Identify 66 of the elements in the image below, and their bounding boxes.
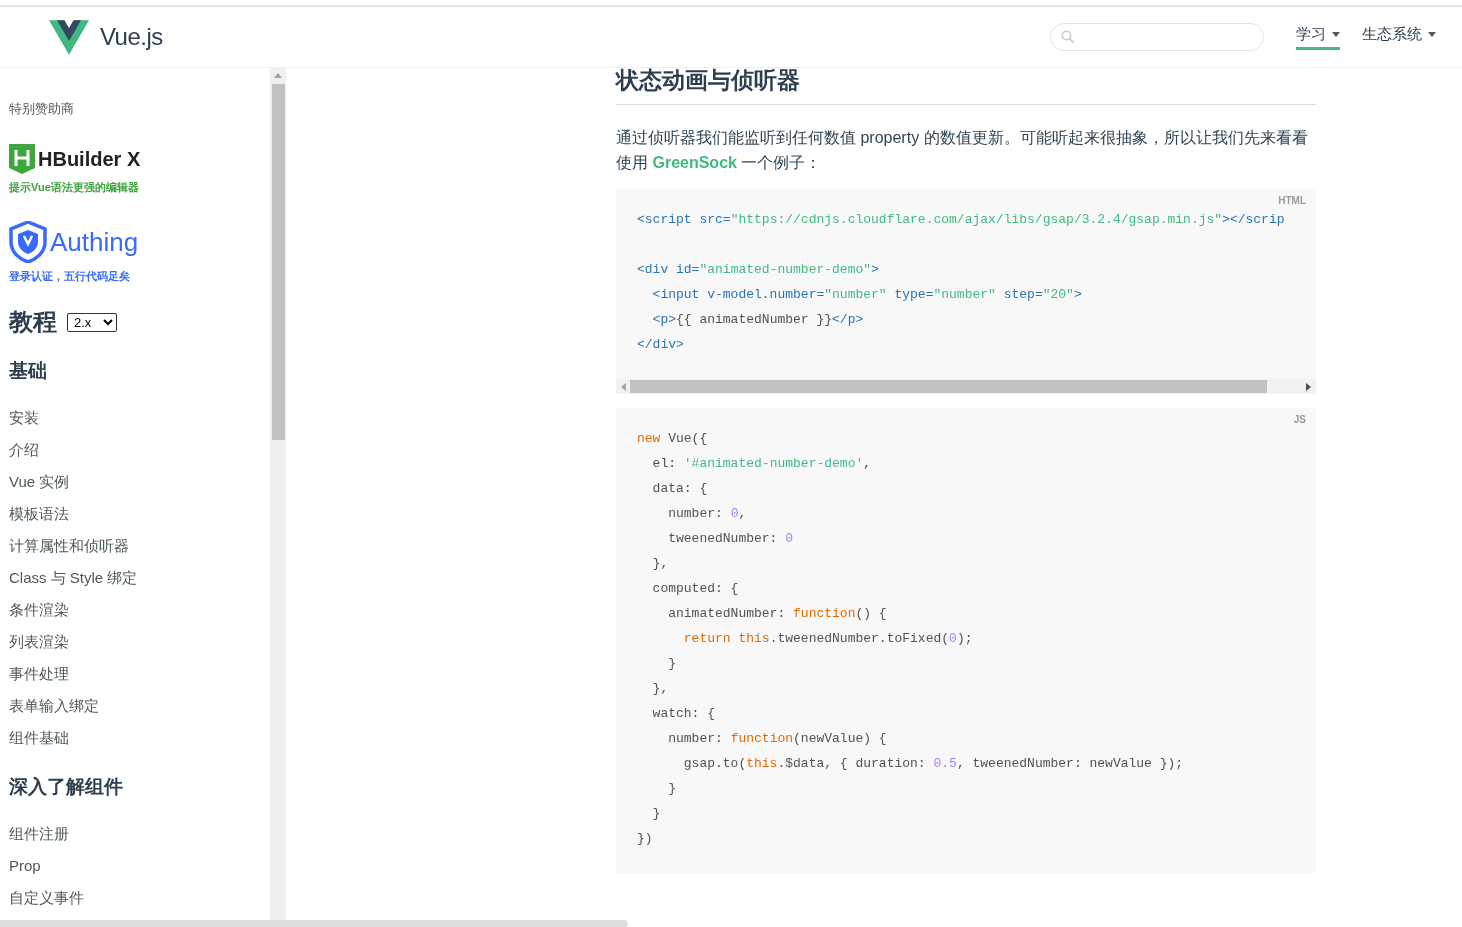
code-line: } [651, 805, 661, 823]
version-select[interactable]: 2.x [67, 312, 117, 332]
language-label: HTML [1278, 195, 1306, 206]
sidebar-link[interactable]: 列表渲染 [9, 626, 69, 658]
sidebar-link[interactable]: 介绍 [9, 434, 39, 466]
scroll-right-icon[interactable] [1306, 382, 1311, 391]
sidebar-link[interactable]: 条件渲染 [9, 594, 69, 626]
shield-icon [9, 221, 47, 263]
sponsor-heading: 特别赞助商 [9, 100, 74, 118]
code-line: return this.tweenedNumber.toFixed(0); [682, 630, 973, 648]
scroll-up-icon[interactable] [274, 73, 282, 78]
code-line: animatedNumber: function() { [667, 605, 887, 623]
sidebar-link[interactable]: 表单输入绑定 [9, 690, 99, 722]
intro-paragraph: 通过侦听器我们能监听到任何数值 property 的数值更新。可能听起来很抽象，所以让我们先来看看使用 GreenSock 一个例子： [616, 128, 1309, 173]
code-line: } [667, 655, 676, 673]
code-line: number: function(newValue) { [667, 730, 887, 748]
caret-icon [1332, 31, 1340, 37]
sidebar-link[interactable]: 计算属性和侦听器 [9, 530, 129, 562]
code-line: } [667, 780, 676, 798]
code-line: el: '#animated-number-demo', [651, 455, 872, 473]
scrollbar-thumb[interactable] [630, 380, 1267, 393]
code-line: tweenedNumber: 0 [667, 530, 794, 548]
code-line: }, [651, 555, 669, 573]
code-line: data: { [651, 480, 708, 498]
code-line: }, [651, 680, 669, 698]
search-icon [1061, 30, 1075, 44]
code-line: gsap.to(this.$data, { duration: 0.5, tweenedNumber: newValue }); [682, 755, 1184, 773]
scrollbar-thumb[interactable] [271, 84, 285, 440]
sponsor-name[interactable]: Authing [50, 226, 139, 258]
sidebar-link[interactable]: 组件注册 [9, 818, 69, 850]
scroll-left-icon[interactable] [621, 382, 626, 391]
section-title: 教程 [9, 307, 57, 337]
code-line: watch: { [651, 705, 715, 723]
code-line: number: 0, [667, 505, 747, 523]
code-line: }) [637, 830, 653, 848]
sponsor-tagline: 提示Vue语法更强的编辑器 [9, 180, 140, 195]
code-line: computed: { [651, 580, 739, 598]
sidebar-link[interactable]: Prop [9, 850, 41, 882]
caret-icon [1428, 31, 1436, 37]
sidebar-link[interactable]: 事件处理 [9, 658, 69, 690]
nav-link[interactable]: 学习 [1296, 24, 1340, 50]
language-label: JS [1293, 414, 1306, 425]
code-line: <p>{{ animatedNumber }}</p> [651, 311, 864, 329]
sponsor-tagline: 登录认证，五行代码足矣 [9, 269, 131, 284]
page-scrollbar[interactable] [0, 920, 628, 927]
section-heading: 深入了解组件 [9, 775, 123, 799]
vue-logo-icon[interactable] [49, 19, 89, 55]
page-title: 状态动画与侦听器 [616, 68, 1316, 105]
scrollbar[interactable] [270, 68, 286, 920]
horizontal-scrollbar[interactable] [616, 379, 1316, 394]
nav-link[interactable]: 生态系统 [1362, 24, 1436, 50]
code-line: </div> [637, 336, 684, 354]
code-line: <div id="animated-number-demo"> [637, 261, 879, 279]
code-line: <script src="https://cdnjs.cloudflare.com/ajax/libs/gsap/3.2.4/gsap.min.js"></scrip [637, 211, 1285, 229]
section-heading: 基础 [9, 359, 47, 383]
sidebar-link[interactable]: Class 与 Style 绑定 [9, 562, 138, 594]
hbuilder-logo-icon [9, 144, 35, 174]
logo-text[interactable]: Vue.js [100, 23, 163, 51]
sidebar-link[interactable]: 模板语法 [9, 498, 69, 530]
code-line: new Vue({ [637, 430, 708, 448]
sidebar-link[interactable]: Vue 实例 [9, 466, 70, 498]
sponsor-name[interactable]: HBuilder X [38, 147, 141, 171]
sidebar-link[interactable]: 自定义事件 [9, 882, 84, 914]
sidebar-link[interactable]: 组件基础 [9, 722, 69, 754]
sidebar-link[interactable]: 安装 [9, 402, 39, 434]
code-line: <input v-model.number="number" type="number" step="20"> [651, 286, 1082, 304]
